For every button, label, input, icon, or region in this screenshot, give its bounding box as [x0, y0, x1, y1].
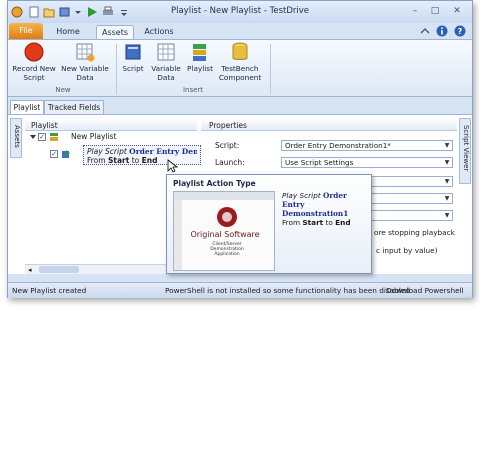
- tooltip-title: Playlist Action Type: [173, 179, 256, 188]
- insert-variable-data-button[interactable]: Variable Data: [149, 42, 183, 82]
- tooltip-preview-image: Original Software Client/Server Demonstr…: [173, 191, 275, 271]
- script-viewer-side-tab[interactable]: Script Viewer: [459, 118, 471, 184]
- input-by-value-option[interactable]: c input by value): [376, 246, 437, 255]
- item-checkbox[interactable]: ✓: [50, 150, 58, 158]
- restore-button[interactable]: □: [428, 5, 442, 18]
- script-select-value: Order Entry Demonstration1*: [285, 141, 391, 150]
- tooltip-from: From: [282, 218, 301, 227]
- scroll-left-arrow-icon[interactable]: ◂: [28, 266, 32, 274]
- help-icon[interactable]: ?: [454, 25, 466, 37]
- tooltip-start: Start: [302, 218, 324, 227]
- group-label-new: New: [55, 86, 71, 94]
- variable-grid-new-icon: [75, 42, 95, 62]
- chevron-down-icon[interactable]: ▼: [442, 177, 452, 186]
- tab-assets[interactable]: Assets: [96, 25, 134, 39]
- record-icon: [24, 42, 44, 62]
- assets-side-tab[interactable]: Assets: [10, 118, 22, 158]
- play-script-icon: [61, 149, 71, 159]
- item-script-name: Order Entry Demonstration1: [129, 147, 197, 156]
- insert-playlist-label: Playlist: [187, 64, 213, 73]
- properties-header: Properties: [201, 120, 457, 131]
- script-viewer-side-tab-label: Script Viewer: [462, 125, 470, 172]
- item-to: to: [131, 156, 140, 165]
- tab-tracked-fields[interactable]: Tracked Fields: [44, 100, 104, 114]
- mouse-cursor-icon: [167, 159, 179, 173]
- group-separator: [270, 44, 271, 94]
- info-icon[interactable]: [436, 25, 448, 37]
- window-reflection: New Playlist created PowerShell is not i…: [7, 300, 473, 420]
- thumb-brand: Original Software: [190, 230, 260, 239]
- insert-playlist-button[interactable]: Playlist: [184, 42, 216, 73]
- scroll-thumb[interactable]: [39, 266, 79, 273]
- playlist-item-selected[interactable]: Play Script Order Entry Demonstration1 F…: [83, 145, 201, 165]
- playlist-stack-icon: [190, 42, 210, 62]
- new-variable-data-button[interactable]: New Variable Data: [60, 42, 110, 82]
- tooltip-prefix: Play Script: [282, 191, 321, 200]
- thumb-caption: Client/Server Demonstration Application: [210, 242, 244, 257]
- playlist-action-tooltip: Playlist Action Type Original Software C…: [166, 174, 372, 274]
- assets-side-tab-label: Assets: [13, 125, 21, 148]
- title-bar: Playlist - New Playlist - TestDrive – □ …: [8, 1, 472, 23]
- tooltip-to: to: [325, 218, 333, 227]
- collapse-ribbon-icon[interactable]: [420, 26, 430, 36]
- script-field-label: Script:: [215, 141, 240, 150]
- record-label-2: Script: [23, 73, 45, 82]
- logo-globe-icon: [217, 207, 237, 227]
- collapse-arrow-icon[interactable]: [29, 133, 37, 141]
- insert-script-label: Script: [122, 64, 144, 73]
- root-label[interactable]: New Playlist: [71, 132, 116, 141]
- record-new-script-button[interactable]: Record New Script: [11, 42, 57, 82]
- component-label-2: Component: [218, 73, 262, 82]
- testbench-component-button[interactable]: TestBench Component: [216, 42, 264, 82]
- launch-select-value: Use Script Settings: [285, 158, 354, 167]
- minimize-button[interactable]: –: [408, 5, 422, 18]
- insert-script-button[interactable]: Script: [118, 42, 148, 73]
- svg-text:?: ?: [458, 27, 463, 36]
- close-button[interactable]: ✕: [450, 5, 464, 18]
- tooltip-end: End: [335, 218, 351, 227]
- chevron-down-icon[interactable]: ▼: [442, 194, 452, 203]
- tooltip-description: Play Script Order Entry Demonstration1 F…: [282, 191, 370, 227]
- powershell-warning: PowerShell is not installed so some func…: [165, 286, 410, 295]
- window-title: Playlist - New Playlist - TestDrive: [170, 6, 309, 16]
- download-powershell-link[interactable]: Download Powershell: [386, 283, 464, 298]
- item-end: End: [141, 156, 158, 165]
- group-label-insert: Insert: [182, 86, 204, 94]
- group-separator: [116, 44, 117, 94]
- launch-select[interactable]: Use Script Settings ▼: [281, 157, 453, 168]
- ribbon-tabs: File Home Assets Actions ?: [8, 23, 472, 39]
- script-select[interactable]: Order Entry Demonstration1* ▼: [281, 140, 453, 151]
- record-label-1: Record New: [12, 64, 56, 73]
- database-icon: [230, 42, 250, 62]
- variable-label-1: New Variable: [61, 64, 109, 73]
- item-prefix: Play Script: [87, 147, 127, 156]
- playlist-tree-header: Playlist: [25, 120, 197, 131]
- tab-home[interactable]: Home: [53, 25, 83, 39]
- variable-grid-icon: [156, 42, 176, 62]
- status-bar: New Playlist created PowerShell is not i…: [8, 282, 472, 298]
- root-checkbox[interactable]: ✓: [38, 133, 46, 141]
- launch-field-label: Launch:: [215, 158, 245, 167]
- item-from: From: [87, 156, 106, 165]
- tab-file[interactable]: File: [9, 23, 43, 39]
- stop-playback-option[interactable]: ore stopping playback: [374, 228, 455, 237]
- tab-playlist[interactable]: Playlist: [10, 100, 44, 114]
- chevron-down-icon[interactable]: ▼: [442, 211, 452, 220]
- item-start: Start: [107, 156, 130, 165]
- chevron-down-icon[interactable]: ▼: [442, 158, 452, 167]
- insert-variable-label-1: Variable: [151, 64, 181, 73]
- tab-actions[interactable]: Actions: [142, 25, 176, 39]
- insert-variable-label-2: Data: [157, 73, 175, 82]
- variable-label-2: Data: [76, 73, 94, 82]
- playlist-root-icon: [49, 132, 59, 142]
- panel-tabs: Playlist Tracked Fields: [8, 98, 472, 114]
- chevron-down-icon[interactable]: ▼: [442, 141, 452, 150]
- ribbon: Record New Script New Variable Data New …: [8, 39, 472, 97]
- component-label-1: TestBench: [221, 64, 259, 73]
- status-message: New Playlist created: [12, 286, 87, 295]
- script-book-icon: [123, 42, 143, 62]
